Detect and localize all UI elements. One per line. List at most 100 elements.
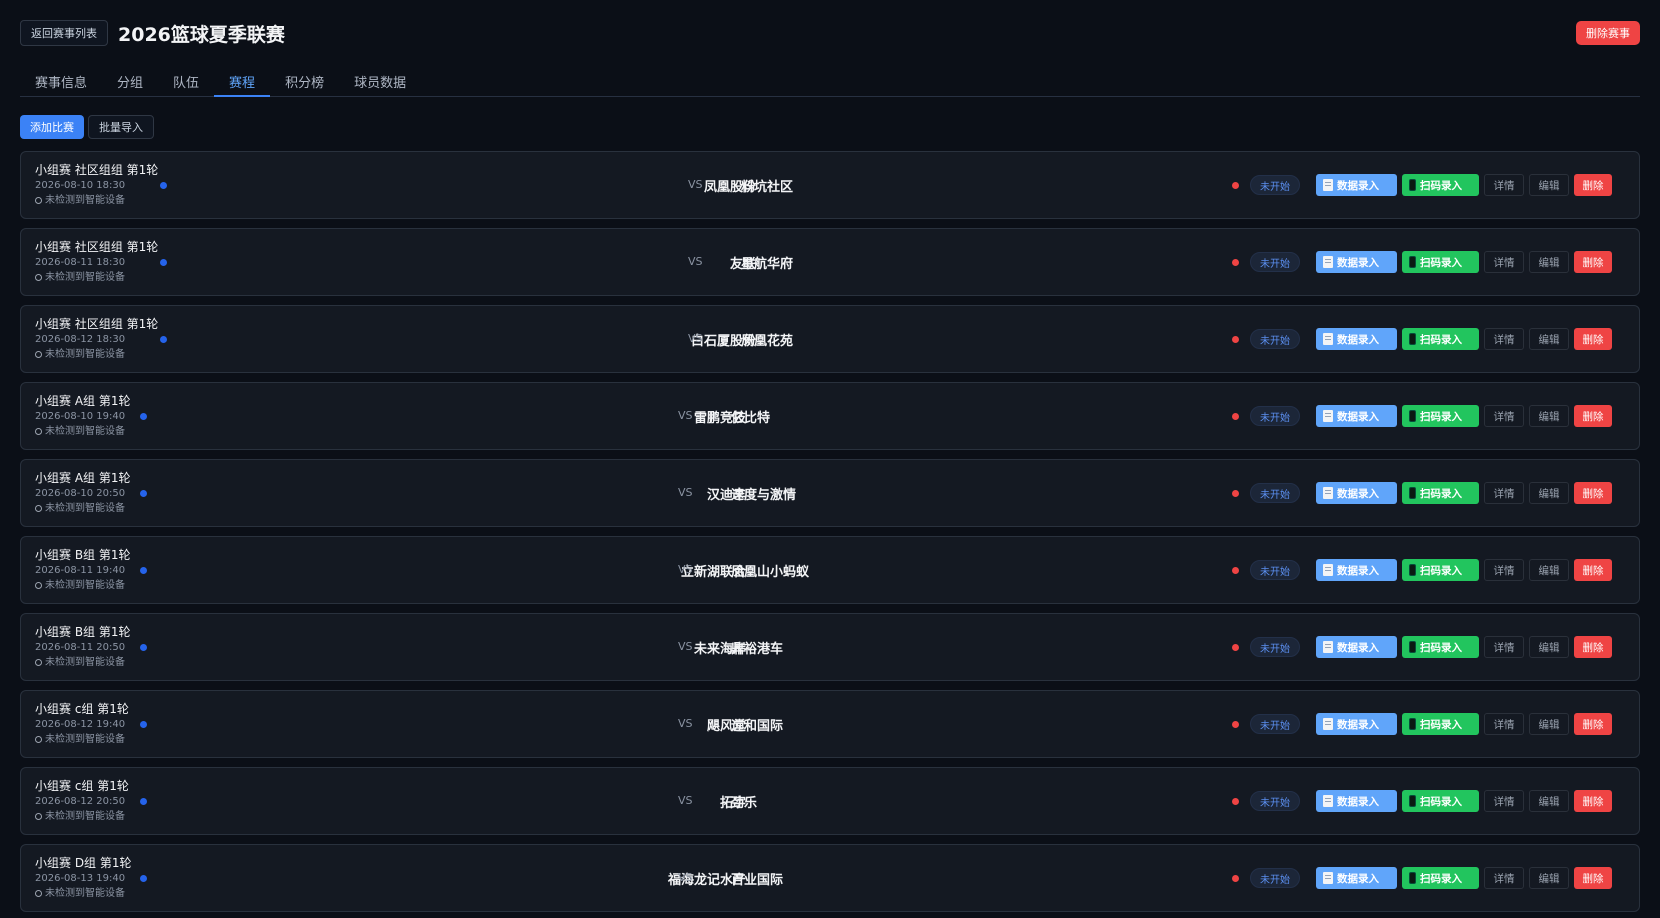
- edit-button[interactable]: 编辑: [1529, 174, 1569, 196]
- status-dot: [1232, 490, 1239, 497]
- match-info: 小组赛 A组 第1轮 2026-08-10 19:40 未检测到智能设备: [35, 393, 130, 439]
- vs-label: VS: [678, 794, 693, 807]
- device-status-text: 未检测到智能设备: [45, 657, 125, 668]
- data-entry-button[interactable]: 数据录入: [1316, 636, 1397, 658]
- detail-button[interactable]: 详情: [1484, 174, 1524, 196]
- match-time: 2026-08-11 18:30: [35, 257, 126, 268]
- data-entry-label: 数据录入: [1337, 333, 1379, 346]
- match-actions: 数据录入 扫码录入 详情 编辑 删除: [1316, 636, 1612, 658]
- delete-match-button[interactable]: 删除: [1574, 636, 1612, 658]
- data-entry-button[interactable]: 数据录入: [1316, 482, 1397, 504]
- status-dot: [1232, 798, 1239, 805]
- match-info: 小组赛 A组 第1轮 2026-08-10 20:50 未检测到智能设备: [35, 470, 130, 516]
- phone-icon: [1409, 179, 1416, 191]
- data-entry-button[interactable]: 数据录入: [1316, 713, 1397, 735]
- away-team: 鼎裕港车: [731, 642, 784, 657]
- data-entry-button[interactable]: 数据录入: [1316, 790, 1397, 812]
- data-entry-button[interactable]: 数据录入: [1316, 328, 1397, 350]
- match-actions: 数据录入 扫码录入 详情 编辑 删除: [1316, 251, 1612, 273]
- back-to-list-button[interactable]: 返回赛事列表: [20, 20, 108, 46]
- delete-match-button[interactable]: 删除: [1574, 559, 1612, 581]
- vs-label: VS: [678, 871, 693, 884]
- scan-entry-button[interactable]: 扫码录入: [1402, 790, 1479, 812]
- round-indicator-dot: [140, 721, 147, 728]
- edit-button[interactable]: 编辑: [1529, 790, 1569, 812]
- delete-match-button[interactable]: 删除: [1574, 405, 1612, 427]
- tab-event-info[interactable]: 赛事信息: [20, 66, 102, 96]
- phone-icon: [1409, 564, 1416, 576]
- delete-match-button[interactable]: 删除: [1574, 867, 1612, 889]
- data-entry-button[interactable]: 数据录入: [1316, 867, 1397, 889]
- delete-match-button[interactable]: 删除: [1574, 251, 1612, 273]
- tab-schedule[interactable]: 赛程: [214, 66, 271, 97]
- device-status-text: 未检测到智能设备: [45, 349, 125, 360]
- edit-button[interactable]: 编辑: [1529, 482, 1569, 504]
- scan-entry-button[interactable]: 扫码录入: [1402, 251, 1479, 273]
- edit-button[interactable]: 编辑: [1529, 405, 1569, 427]
- detail-button[interactable]: 详情: [1484, 867, 1524, 889]
- scan-entry-button[interactable]: 扫码录入: [1402, 559, 1479, 581]
- scan-entry-button[interactable]: 扫码录入: [1402, 328, 1479, 350]
- circle-icon: [35, 505, 42, 512]
- document-icon: [1323, 718, 1333, 730]
- match-time: 2026-08-10 19:40: [35, 411, 126, 422]
- tab-teams[interactable]: 队伍: [158, 66, 214, 96]
- delete-match-button[interactable]: 删除: [1574, 328, 1612, 350]
- tab-standings[interactable]: 积分榜: [270, 66, 339, 96]
- detail-button[interactable]: 详情: [1484, 713, 1524, 735]
- detail-button[interactable]: 详情: [1484, 482, 1524, 504]
- scan-entry-label: 扫码录入: [1420, 564, 1462, 577]
- scan-entry-button[interactable]: 扫码录入: [1402, 867, 1479, 889]
- delete-match-button[interactable]: 删除: [1574, 174, 1612, 196]
- scan-entry-button[interactable]: 扫码录入: [1402, 174, 1479, 196]
- edit-button[interactable]: 编辑: [1529, 559, 1569, 581]
- match-time: 2026-08-11 19:40: [35, 565, 126, 576]
- circle-icon: [35, 274, 42, 281]
- delete-match-button[interactable]: 删除: [1574, 790, 1612, 812]
- circle-icon: [35, 813, 42, 820]
- round-indicator-dot: [140, 875, 147, 882]
- match-info: 小组赛 社区组组 第1轮 2026-08-10 18:30 未检测到智能设备: [35, 162, 158, 208]
- scan-entry-button[interactable]: 扫码录入: [1402, 636, 1479, 658]
- scan-entry-button[interactable]: 扫码录入: [1402, 713, 1479, 735]
- delete-match-button[interactable]: 删除: [1574, 713, 1612, 735]
- scan-entry-button[interactable]: 扫码录入: [1402, 482, 1479, 504]
- device-status-text: 未检测到智能设备: [45, 195, 125, 206]
- detail-button[interactable]: 详情: [1484, 790, 1524, 812]
- data-entry-label: 数据录入: [1337, 179, 1379, 192]
- edit-button[interactable]: 编辑: [1529, 251, 1569, 273]
- match-round: 小组赛 c组 第1轮: [35, 779, 129, 793]
- data-entry-button[interactable]: 数据录入: [1316, 251, 1397, 273]
- delete-match-button[interactable]: 删除: [1574, 482, 1612, 504]
- vs-label: VS: [678, 409, 693, 422]
- tab-groups[interactable]: 分组: [102, 66, 158, 96]
- edit-button[interactable]: 编辑: [1529, 867, 1569, 889]
- edit-button[interactable]: 编辑: [1529, 636, 1569, 658]
- detail-button[interactable]: 详情: [1484, 405, 1524, 427]
- match-round: 小组赛 社区组组 第1轮: [35, 317, 159, 331]
- data-entry-button[interactable]: 数据录入: [1316, 405, 1397, 427]
- device-status-text: 未检测到智能设备: [45, 503, 125, 514]
- document-icon: [1323, 410, 1333, 422]
- data-entry-button[interactable]: 数据录入: [1316, 559, 1397, 581]
- detail-button[interactable]: 详情: [1484, 251, 1524, 273]
- batch-import-button[interactable]: 批量导入: [88, 115, 154, 139]
- data-entry-label: 数据录入: [1337, 641, 1379, 654]
- match-round: 小组赛 D组 第1轮: [35, 856, 132, 870]
- tab-player-stats[interactable]: 球员数据: [339, 66, 421, 96]
- device-status: 未检测到智能设备: [35, 193, 158, 208]
- data-entry-button[interactable]: 数据录入: [1316, 174, 1397, 196]
- scan-entry-label: 扫码录入: [1420, 410, 1462, 423]
- status-dot: [1232, 567, 1239, 574]
- edit-button[interactable]: 编辑: [1529, 328, 1569, 350]
- scan-entry-button[interactable]: 扫码录入: [1402, 405, 1479, 427]
- detail-button[interactable]: 详情: [1484, 636, 1524, 658]
- away-team: 亿比特: [731, 411, 771, 426]
- document-icon: [1323, 564, 1333, 576]
- device-status-text: 未检测到智能设备: [45, 580, 125, 591]
- edit-button[interactable]: 编辑: [1529, 713, 1569, 735]
- add-match-button[interactable]: 添加比赛: [20, 115, 84, 139]
- delete-event-button[interactable]: 删除赛事: [1576, 21, 1640, 45]
- detail-button[interactable]: 详情: [1484, 328, 1524, 350]
- detail-button[interactable]: 详情: [1484, 559, 1524, 581]
